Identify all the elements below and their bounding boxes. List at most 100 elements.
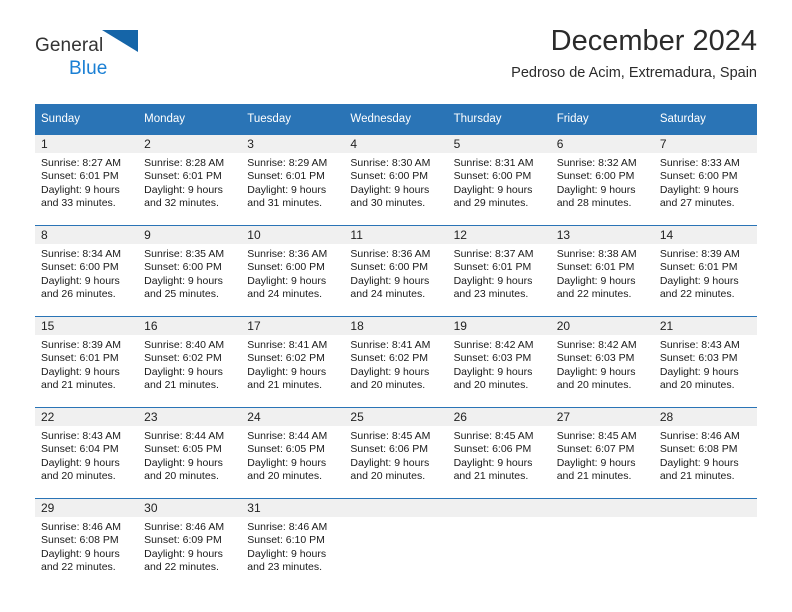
day-number: 6 xyxy=(550,135,654,153)
brand-logo[interactable]: General Blue xyxy=(35,30,140,78)
calendar-day-cell[interactable]: 6 Sunrise: 8:32 AM Sunset: 6:00 PM Daylight… xyxy=(550,135,654,226)
day-number: 8 xyxy=(35,226,139,244)
calendar-day-cell[interactable]: 24 Sunrise: 8:44 AM Sunset: 6:05 PM Dayligh… xyxy=(241,408,345,499)
daylight-text-line1: Daylight: 9 hours xyxy=(556,274,636,287)
daylight-text-line2: and 20 minutes. xyxy=(41,470,116,483)
day-cell-inner: 15 Sunrise: 8:39 AM Sunset: 6:01 PM Dayligh… xyxy=(35,317,139,407)
calendar-day-cell[interactable]: 16 Sunrise: 8:40 AM Sunset: 6:02 PM Dayligh… xyxy=(138,317,242,408)
calendar-day-cell[interactable]: 26 Sunrise: 8:45 AM Sunset: 6:06 PM Dayligh… xyxy=(447,408,551,499)
daylight-text-line2: and 21 minutes. xyxy=(556,470,632,483)
sunrise-text: Sunrise: 8:45 AM xyxy=(350,430,431,442)
day-number: 3 xyxy=(241,135,345,153)
daylight-text-line2: and 20 minutes. xyxy=(247,470,322,483)
daylight-text-line1: Daylight: 9 hours xyxy=(350,274,430,287)
day-details: Sunrise: 8:41 AM Sunset: 6:02 PM Daylight:… xyxy=(241,335,344,393)
calendar-day-cell[interactable]: 5 Sunrise: 8:31 AM Sunset: 6:00 PM Daylight… xyxy=(447,135,551,226)
calendar-day-cell[interactable]: 31 Sunrise: 8:46 AM Sunset: 6:10 PM Dayligh… xyxy=(241,499,345,590)
daylight-text-line2: and 23 minutes. xyxy=(247,561,322,574)
day-number: 1 xyxy=(35,135,139,153)
sunrise-text: Sunrise: 8:32 AM xyxy=(556,157,637,169)
day-details: Sunrise: 8:44 AM Sunset: 6:05 PM Daylight:… xyxy=(138,426,241,484)
day-number xyxy=(344,499,448,517)
sunrise-text: Sunrise: 8:46 AM xyxy=(659,430,740,442)
brand-name-general: General xyxy=(35,30,140,58)
daylight-text-line2: and 20 minutes. xyxy=(659,379,735,392)
calendar-day-cell[interactable]: 12 Sunrise: 8:37 AM Sunset: 6:01 PM Dayligh… xyxy=(447,226,551,317)
daylight-text-line2: and 29 minutes. xyxy=(453,197,529,210)
day-details: Sunrise: 8:44 AM Sunset: 6:05 PM Daylight:… xyxy=(241,426,344,484)
calendar-day-cell[interactable]: 19 Sunrise: 8:42 AM Sunset: 6:03 PM Dayligh… xyxy=(447,317,551,408)
sunrise-text: Sunrise: 8:41 AM xyxy=(247,339,328,351)
day-details: Sunrise: 8:46 AM Sunset: 6:10 PM Daylight:… xyxy=(241,517,344,575)
daylight-text-line2: and 27 minutes. xyxy=(659,197,735,210)
day-cell-inner: 23 Sunrise: 8:44 AM Sunset: 6:05 PM Dayligh… xyxy=(138,408,242,498)
calendar-day-cell[interactable]: 8 Sunrise: 8:34 AM Sunset: 6:00 PM Daylight… xyxy=(35,226,139,317)
calendar-day-cell[interactable]: 17 Sunrise: 8:41 AM Sunset: 6:02 PM Dayligh… xyxy=(241,317,345,408)
daylight-text-line1: Daylight: 9 hours xyxy=(350,365,430,378)
calendar-day-cell[interactable]: 1 Sunrise: 8:27 AM Sunset: 6:01 PM Daylight… xyxy=(35,135,139,226)
calendar-day-cell[interactable]: 4 Sunrise: 8:30 AM Sunset: 6:00 PM Daylight… xyxy=(344,135,448,226)
sunrise-text: Sunrise: 8:33 AM xyxy=(659,157,740,169)
brand-text-blue: Blue xyxy=(69,58,108,79)
calendar-day-cell[interactable]: 3 Sunrise: 8:29 AM Sunset: 6:01 PM Daylight… xyxy=(241,135,345,226)
day-number: 17 xyxy=(241,317,345,335)
calendar-day-cell[interactable]: 13 Sunrise: 8:38 AM Sunset: 6:01 PM Dayligh… xyxy=(550,226,654,317)
calendar-day-cell[interactable]: 18 Sunrise: 8:41 AM Sunset: 6:02 PM Dayligh… xyxy=(344,317,448,408)
page-title: December 2024 xyxy=(550,25,757,57)
calendar-day-cell[interactable]: 27 Sunrise: 8:45 AM Sunset: 6:07 PM Dayligh… xyxy=(550,408,654,499)
day-number: 2 xyxy=(138,135,242,153)
day-number: 16 xyxy=(138,317,242,335)
calendar-day-cell[interactable]: 20 Sunrise: 8:42 AM Sunset: 6:03 PM Dayligh… xyxy=(550,317,654,408)
calendar-day-cell[interactable]: 15 Sunrise: 8:39 AM Sunset: 6:01 PM Dayligh… xyxy=(35,317,139,408)
calendar-day-cell[interactable]: 2 Sunrise: 8:28 AM Sunset: 6:01 PM Daylight… xyxy=(138,135,242,226)
day-details: Sunrise: 8:28 AM Sunset: 6:01 PM Daylight:… xyxy=(138,153,241,211)
calendar-day-cell[interactable]: 7 Sunrise: 8:33 AM Sunset: 6:00 PM Daylight… xyxy=(653,135,757,226)
daylight-text-line1: Daylight: 9 hours xyxy=(453,365,533,378)
sunset-text: Sunset: 6:02 PM xyxy=(350,352,429,365)
calendar-day-cell[interactable]: 9 Sunrise: 8:35 AM Sunset: 6:00 PM Daylight… xyxy=(138,226,242,317)
day-cell-inner: 1 Sunrise: 8:27 AM Sunset: 6:01 PM Daylight… xyxy=(35,135,139,225)
calendar-day-cell[interactable]: 28 Sunrise: 8:46 AM Sunset: 6:08 PM Dayligh… xyxy=(653,408,757,499)
daylight-text-line2: and 20 minutes. xyxy=(144,470,219,483)
day-cell-inner: 30 Sunrise: 8:46 AM Sunset: 6:09 PM Dayligh… xyxy=(138,499,242,589)
calendar-day-cell[interactable]: 23 Sunrise: 8:44 AM Sunset: 6:05 PM Dayligh… xyxy=(138,408,242,499)
triangle-logo-icon xyxy=(102,30,140,58)
sunrise-text: Sunrise: 8:36 AM xyxy=(247,248,328,260)
day-details: Sunrise: 8:38 AM Sunset: 6:01 PM Daylight:… xyxy=(551,244,654,302)
day-details: Sunrise: 8:31 AM Sunset: 6:00 PM Daylight:… xyxy=(448,153,551,211)
calendar-day-cell[interactable]: 11 Sunrise: 8:36 AM Sunset: 6:00 PM Dayligh… xyxy=(344,226,448,317)
calendar-day-cell[interactable]: 21 Sunrise: 8:43 AM Sunset: 6:03 PM Dayligh… xyxy=(653,317,757,408)
calendar-page: General Blue December 2024 Pedroso de Ac… xyxy=(0,0,792,612)
day-cell-inner xyxy=(344,499,448,589)
calendar-week-row: 8 Sunrise: 8:34 AM Sunset: 6:00 PM Daylight… xyxy=(35,225,757,317)
daylight-text-line2: and 21 minutes. xyxy=(247,379,322,392)
sunset-text: Sunset: 6:02 PM xyxy=(247,352,325,365)
calendar-day-cell[interactable]: 14 Sunrise: 8:39 AM Sunset: 6:01 PM Dayligh… xyxy=(653,226,757,317)
day-number: 26 xyxy=(447,408,551,426)
sunset-text: Sunset: 6:00 PM xyxy=(453,170,532,183)
sunrise-text: Sunrise: 8:29 AM xyxy=(247,157,328,169)
sunset-text: Sunset: 6:05 PM xyxy=(144,443,222,456)
sunset-text: Sunset: 6:00 PM xyxy=(556,170,635,183)
sunset-text: Sunset: 6:00 PM xyxy=(144,261,222,274)
daylight-text-line2: and 33 minutes. xyxy=(41,197,116,210)
daylight-text-line1: Daylight: 9 hours xyxy=(247,274,327,287)
calendar-day-cell[interactable]: 29 Sunrise: 8:46 AM Sunset: 6:08 PM Dayligh… xyxy=(35,499,139,590)
calendar-day-cell[interactable]: 25 Sunrise: 8:45 AM Sunset: 6:06 PM Dayligh… xyxy=(344,408,448,499)
calendar-day-cell[interactable]: 10 Sunrise: 8:36 AM Sunset: 6:00 PM Dayligh… xyxy=(241,226,345,317)
calendar-day-cell[interactable]: 30 Sunrise: 8:46 AM Sunset: 6:09 PM Dayligh… xyxy=(138,499,242,590)
daylight-text-line1: Daylight: 9 hours xyxy=(41,456,120,469)
page-header: General Blue December 2024 Pedroso de Ac… xyxy=(0,0,792,82)
day-cell-inner: 14 Sunrise: 8:39 AM Sunset: 6:01 PM Dayligh… xyxy=(653,226,757,316)
calendar-day-cell[interactable]: 22 Sunrise: 8:43 AM Sunset: 6:04 PM Dayligh… xyxy=(35,408,139,499)
day-details: Sunrise: 8:45 AM Sunset: 6:06 PM Daylight:… xyxy=(344,426,447,484)
daylight-text-line1: Daylight: 9 hours xyxy=(41,547,120,560)
calendar-week-row: 15 Sunrise: 8:39 AM Sunset: 6:01 PM Dayligh… xyxy=(35,316,757,408)
sunset-text: Sunset: 6:03 PM xyxy=(659,352,738,365)
sunset-text: Sunset: 6:07 PM xyxy=(556,443,635,456)
day-number: 28 xyxy=(653,408,757,426)
day-number: 9 xyxy=(138,226,242,244)
daylight-text-line2: and 25 minutes. xyxy=(144,288,219,301)
day-details: Sunrise: 8:42 AM Sunset: 6:03 PM Daylight:… xyxy=(551,335,654,393)
daylight-text-line1: Daylight: 9 hours xyxy=(144,456,223,469)
